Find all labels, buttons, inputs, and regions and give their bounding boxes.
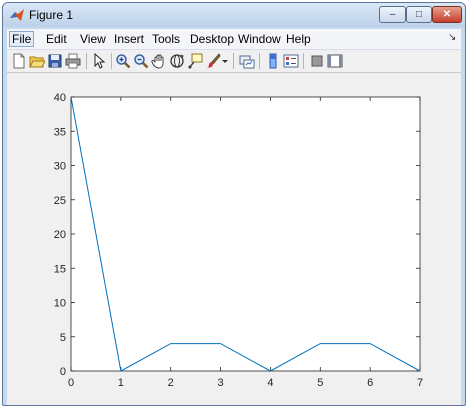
x-tick-label: 4 bbox=[267, 377, 273, 389]
toolbar-separator bbox=[111, 53, 112, 69]
x-tick-label: 3 bbox=[218, 377, 224, 389]
menu-window[interactable]: Window bbox=[235, 31, 284, 47]
x-tick-label: 1 bbox=[118, 377, 124, 389]
open-file-icon[interactable] bbox=[29, 53, 45, 69]
close-button[interactable]: ✕ bbox=[432, 6, 462, 23]
brush-dropdown-icon[interactable] bbox=[221, 53, 229, 69]
y-tick-label: 5 bbox=[60, 332, 66, 344]
y-tick-label: 40 bbox=[54, 92, 66, 104]
data-cursor-icon[interactable] bbox=[187, 53, 203, 69]
minimize-button[interactable]: – bbox=[379, 6, 406, 23]
menu-view[interactable]: View bbox=[77, 31, 109, 47]
y-tick-label: 30 bbox=[54, 161, 66, 173]
menu-bar: File Edit View Insert Tools Desktop Wind… bbox=[7, 29, 461, 50]
y-tick-label: 0 bbox=[60, 366, 66, 378]
insert-legend-icon[interactable] bbox=[283, 53, 299, 69]
y-tick-label: 25 bbox=[54, 195, 66, 207]
x-tick-label: 6 bbox=[367, 377, 373, 389]
x-tick-label: 2 bbox=[168, 377, 174, 389]
rotate-3d-icon[interactable] bbox=[169, 53, 185, 69]
line-plot[interactable]: 0 1 2 3 4 5 6 7 0 5 10 15 20 25 30 35 40 bbox=[7, 73, 461, 405]
y-tick-label: 10 bbox=[54, 298, 66, 310]
x-tick-label: 7 bbox=[417, 377, 423, 389]
menu-desktop[interactable]: Desktop bbox=[187, 31, 237, 47]
toolbar-separator bbox=[233, 53, 234, 69]
y-tick-label: 15 bbox=[54, 263, 66, 275]
show-plot-tools-icon[interactable] bbox=[327, 53, 343, 69]
zoom-out-icon[interactable] bbox=[133, 53, 149, 69]
menu-tools[interactable]: Tools bbox=[149, 31, 183, 47]
link-plot-icon[interactable] bbox=[239, 53, 255, 69]
figure-window: Figure 1 – □ ✕ File Edit View Insert Too… bbox=[2, 2, 466, 406]
menu-file[interactable]: File bbox=[9, 31, 35, 47]
menu-edit[interactable]: Edit bbox=[43, 31, 70, 47]
figure-toolbar bbox=[7, 50, 461, 73]
menu-dock-arrow-icon[interactable]: ↘ bbox=[448, 32, 456, 43]
new-figure-icon[interactable] bbox=[11, 53, 27, 69]
figure-canvas[interactable]: 0 1 2 3 4 5 6 7 0 5 10 15 20 25 30 35 40 bbox=[7, 73, 461, 405]
edit-plot-icon[interactable] bbox=[91, 53, 107, 69]
toolbar-separator bbox=[259, 53, 260, 69]
menu-help[interactable]: Help bbox=[283, 31, 314, 47]
x-tick-label: 5 bbox=[317, 377, 323, 389]
toolbar-separator bbox=[86, 53, 87, 69]
window-title: Figure 1 bbox=[29, 8, 74, 22]
toolbar-separator bbox=[303, 53, 304, 69]
brush-icon[interactable] bbox=[205, 53, 221, 69]
print-icon[interactable] bbox=[65, 53, 81, 69]
hide-plot-tools-icon[interactable] bbox=[309, 53, 325, 69]
title-bar[interactable]: Figure 1 – □ ✕ bbox=[3, 3, 465, 27]
maximize-button[interactable]: □ bbox=[406, 6, 432, 23]
y-tick-label: 35 bbox=[54, 126, 66, 138]
zoom-in-icon[interactable] bbox=[115, 53, 131, 69]
y-tick-label: 20 bbox=[54, 229, 66, 241]
insert-colorbar-icon[interactable] bbox=[265, 53, 281, 69]
pan-icon[interactable] bbox=[151, 53, 167, 69]
save-icon[interactable] bbox=[47, 53, 63, 69]
axes-box bbox=[70, 96, 421, 372]
matlab-logo-icon bbox=[9, 8, 25, 22]
x-tick-label: 0 bbox=[68, 377, 74, 389]
menu-insert[interactable]: Insert bbox=[111, 31, 147, 47]
